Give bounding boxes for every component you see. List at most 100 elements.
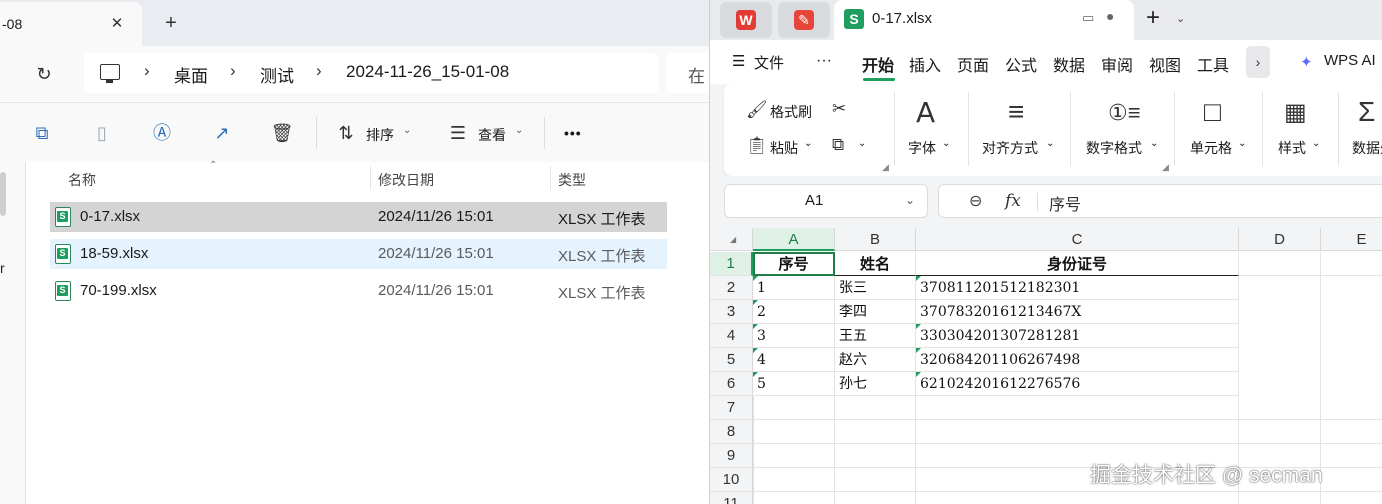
breadcrumb-item-folder[interactable]: 2024-11-26_15-01-08 — [346, 62, 509, 82]
chevron-down-icon[interactable]: ⌄ — [858, 138, 866, 149]
row-header[interactable]: 5 — [710, 348, 753, 372]
table-cell[interactable]: 2 — [753, 300, 835, 324]
paste-icon[interactable]: 📋︎ — [746, 136, 768, 156]
share-icon[interactable]: ↗ — [210, 121, 234, 145]
search-box[interactable]: 在 — [666, 53, 709, 93]
new-tab-button[interactable]: + — [158, 10, 184, 36]
zoom-search-icon[interactable]: ⊖ — [969, 191, 982, 211]
menu-page[interactable]: 页面 — [957, 52, 989, 76]
file-row[interactable]: S 18-59.xlsx 2024/11/26 15:01 XLSX 工作表 — [50, 239, 667, 269]
cell-icon[interactable]: □ — [1204, 96, 1221, 128]
menu-file[interactable]: 文件 — [754, 52, 784, 73]
breadcrumb-item-test[interactable]: 测试 — [260, 62, 294, 87]
paste-button[interactable]: 粘贴 — [770, 138, 798, 158]
data-processing-button[interactable]: 数据处 — [1352, 138, 1382, 158]
cell-d1[interactable] — [1239, 252, 1321, 276]
hamburger-icon[interactable]: ☰ — [732, 52, 745, 70]
dialog-launcher-icon[interactable]: ◢ — [882, 162, 889, 173]
copy-icon[interactable]: ⧉ — [30, 121, 54, 145]
cell-button[interactable]: 单元格 — [1190, 138, 1232, 158]
table-cell[interactable]: 张三 — [835, 276, 916, 300]
table-cell[interactable]: 1 — [753, 276, 835, 300]
column-header-e[interactable]: E — [1321, 228, 1382, 251]
select-all-corner[interactable]: ◢ — [710, 228, 753, 251]
table-cell[interactable]: 5 — [753, 372, 835, 396]
breadcrumb-chevron-icon[interactable]: › — [144, 61, 150, 81]
cell-c1[interactable]: 身份证号 — [916, 252, 1239, 276]
close-tab-icon[interactable]: ✕ — [106, 13, 128, 35]
breadcrumb-chevron-icon[interactable]: › — [230, 61, 236, 81]
file-row[interactable]: S 0-17.xlsx 2024/11/26 15:01 XLSX 工作表 — [50, 202, 667, 232]
cell-a1[interactable]: 序号 — [753, 252, 835, 276]
menu-formula[interactable]: 公式 — [1005, 52, 1037, 76]
formula-input[interactable]: ⊖ fx 序号 — [938, 184, 1382, 218]
column-divider[interactable] — [550, 166, 551, 190]
chevron-down-icon[interactable]: ⌄ — [1150, 138, 1158, 149]
font-icon[interactable]: A — [916, 96, 935, 129]
sort-icon[interactable]: ⇅ — [334, 121, 358, 145]
row-header[interactable]: 8 — [710, 420, 753, 444]
chevron-down-icon[interactable]: ⌄ — [1238, 138, 1246, 149]
column-header-d[interactable]: D — [1239, 228, 1321, 251]
breadcrumb[interactable]: › 桌面 › 测试 › 2024-11-26_15-01-08 — [84, 53, 658, 93]
menu-scroll-right-button[interactable]: › — [1246, 46, 1270, 78]
format-painter-button[interactable]: 格式刷 — [770, 102, 812, 122]
wps-ai-icon[interactable]: ✦ — [1300, 53, 1318, 71]
row-header[interactable]: 9 — [710, 444, 753, 468]
row-header[interactable]: 4 — [710, 324, 753, 348]
delete-icon[interactable]: 🗑︎ — [270, 121, 294, 145]
chevron-down-icon[interactable]: ⌄ — [1312, 138, 1320, 149]
sort-button[interactable]: 排序 — [366, 125, 394, 145]
format-painter-icon[interactable]: 🖌︎ — [746, 100, 768, 120]
style-button[interactable]: 样式 — [1278, 138, 1306, 158]
menu-home[interactable]: 开始 — [862, 52, 894, 76]
nav-scrollbar[interactable] — [0, 172, 6, 216]
font-button[interactable]: 字体 — [908, 138, 936, 158]
table-cell[interactable]: 王五 — [835, 324, 916, 348]
new-document-button[interactable]: + — [1146, 4, 1160, 32]
row-header[interactable]: 2 — [710, 276, 753, 300]
table-cell[interactable]: 李四 — [835, 300, 916, 324]
dialog-launcher-icon[interactable]: ◢ — [1162, 162, 1169, 173]
wps-ai-button[interactable]: WPS AI — [1324, 52, 1376, 69]
menu-review[interactable]: 审阅 — [1101, 52, 1133, 76]
rename-icon[interactable]: Ⓐ — [150, 121, 174, 145]
table-cell[interactable]: 370811201512182301 — [916, 276, 1239, 300]
file-row[interactable]: S 70-199.xlsx 2024/11/26 15:01 XLSX 工作表 — [50, 276, 667, 306]
document-tab[interactable]: S 0-17.xlsx ▭ ● — [834, 0, 1134, 40]
table-cell[interactable]: 4 — [753, 348, 835, 372]
chevron-down-icon[interactable]: ⌄ — [403, 125, 411, 136]
sum-icon[interactable]: Σ — [1358, 96, 1375, 128]
this-pc-icon[interactable] — [100, 64, 120, 83]
row-header[interactable]: 6 — [710, 372, 753, 396]
unsaved-dot-icon[interactable]: ● — [1106, 8, 1114, 24]
column-header-b[interactable]: B — [835, 228, 916, 251]
table-cell[interactable]: 3 — [753, 324, 835, 348]
explorer-tab[interactable]: -08 ✕ — [0, 2, 142, 46]
view-icon[interactable]: ☰ — [446, 121, 470, 145]
column-header-name[interactable]: 名称 — [68, 170, 96, 190]
paste-icon[interactable]: ▯ — [90, 121, 114, 145]
cell-b1[interactable]: 姓名 — [835, 252, 916, 276]
menu-data[interactable]: 数据 — [1053, 52, 1085, 76]
chevron-down-icon[interactable]: ⌄ — [804, 138, 812, 149]
cut-icon[interactable]: ✂ — [832, 99, 846, 119]
number-format-button[interactable]: 数字格式 — [1086, 138, 1142, 158]
chevron-down-icon[interactable]: ⌄ — [905, 193, 915, 207]
column-header-type[interactable]: 类型 — [558, 170, 586, 190]
table-cell[interactable]: 320684201106267498 — [916, 348, 1239, 372]
alignment-button[interactable]: 对齐方式 — [982, 138, 1038, 158]
number-format-icon[interactable]: ①≡ — [1108, 100, 1141, 126]
row-header[interactable]: 3 — [710, 300, 753, 324]
refresh-icon[interactable]: ↻ — [30, 61, 58, 87]
chevron-down-icon[interactable]: ⌄ — [1176, 12, 1185, 25]
breadcrumb-item-desktop[interactable]: 桌面 — [174, 62, 208, 87]
table-cell[interactable]: 621024201612276576 — [916, 372, 1239, 396]
row-header[interactable]: 11 — [710, 492, 753, 504]
menu-more[interactable]: ··· — [816, 52, 832, 70]
breadcrumb-chevron-icon[interactable]: › — [316, 61, 322, 81]
name-box[interactable]: A1 ⌄ — [724, 184, 928, 218]
column-header-c[interactable]: C — [916, 228, 1239, 251]
row-header[interactable]: 7 — [710, 396, 753, 420]
chevron-down-icon[interactable]: ⌄ — [1046, 138, 1054, 149]
